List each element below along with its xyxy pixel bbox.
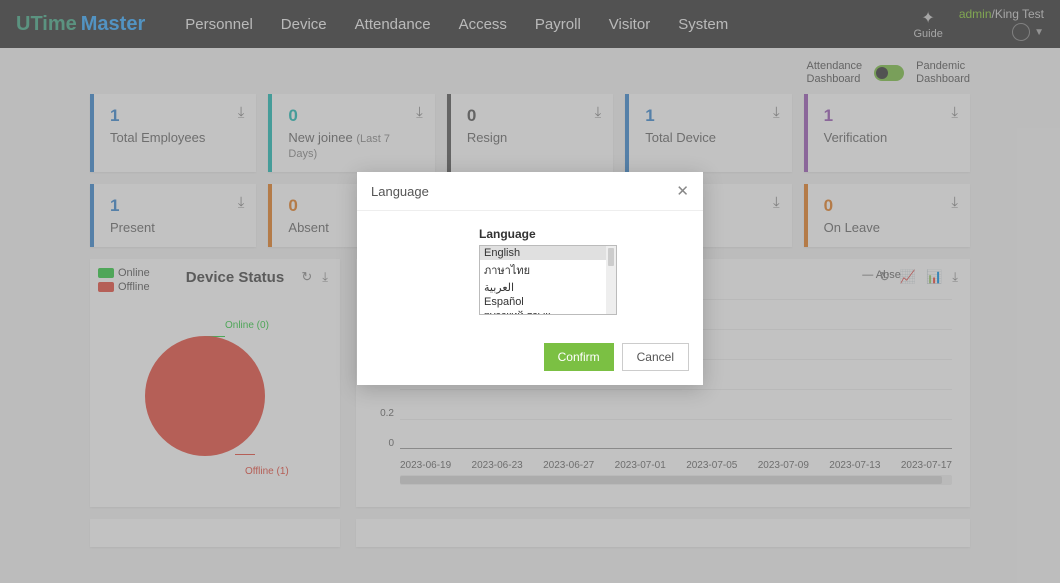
lang-option-thai[interactable]: ภาษาไทย — [480, 260, 616, 280]
lang-option-spanish[interactable]: Español — [480, 295, 616, 309]
modal-title: Language — [371, 184, 429, 199]
lang-option-russian[interactable]: русский язык — [480, 309, 616, 315]
cancel-button[interactable]: Cancel — [622, 343, 689, 371]
confirm-button[interactable]: Confirm — [544, 343, 614, 371]
close-icon[interactable]: ✕ — [676, 182, 689, 200]
modal-body: Language English ภาษาไทย العربية Español… — [357, 211, 703, 335]
modal-overlay: Language ✕ Language English ภาษาไทย العر… — [0, 0, 1060, 583]
lang-option-english[interactable]: English — [480, 246, 616, 260]
language-listbox[interactable]: English ภาษาไทย العربية Español русский … — [479, 245, 617, 315]
lang-option-arabic[interactable]: العربية — [480, 280, 616, 295]
modal-header: Language ✕ — [357, 172, 703, 211]
language-modal: Language ✕ Language English ภาษาไทย العر… — [357, 172, 703, 385]
listbox-scrollbar[interactable] — [606, 246, 616, 314]
language-field-label: Language — [479, 227, 683, 241]
modal-footer: Confirm Cancel — [357, 335, 703, 385]
